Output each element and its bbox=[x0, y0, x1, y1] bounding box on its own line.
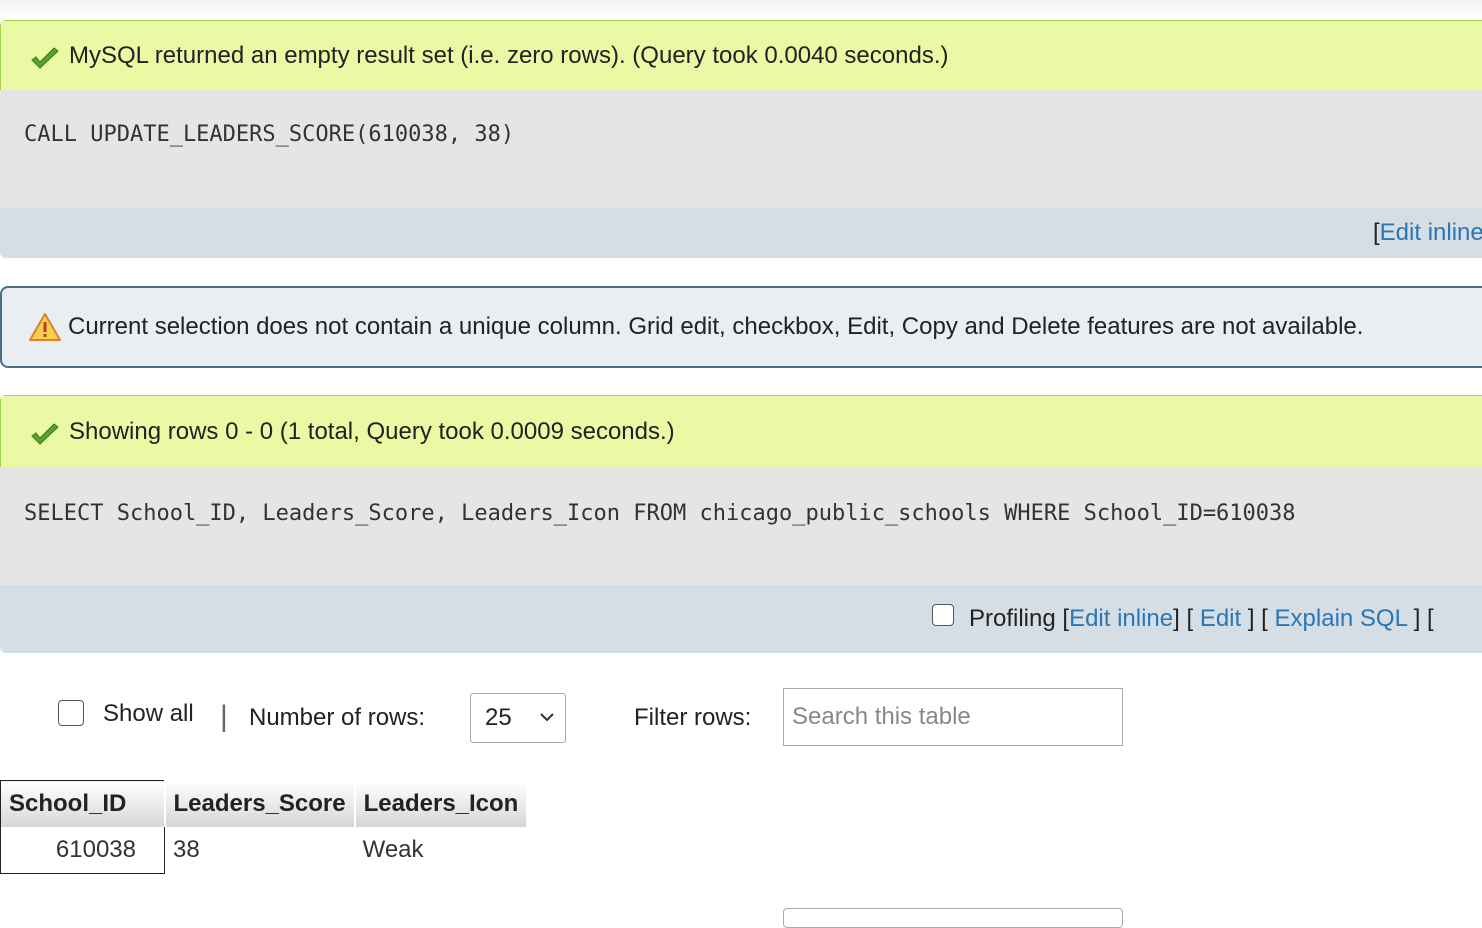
bottom-filter-input[interactable] bbox=[783, 908, 1123, 928]
sql-query-text: CALL UPDATE_LEADERS_SCORE(610038, 38) bbox=[24, 122, 515, 147]
table-row: 610038 38 Weak bbox=[0, 826, 528, 874]
tools-links-1: [Edit inline bbox=[1373, 219, 1482, 247]
filter-search-input[interactable] bbox=[783, 688, 1123, 746]
query-tools-2: Profiling [Edit inline] [ Edit ] [ Expla… bbox=[0, 585, 1482, 653]
bracket: [ bbox=[1373, 219, 1380, 246]
filter-label: Filter rows: bbox=[634, 704, 752, 731]
top-shade bbox=[0, 0, 1482, 20]
success-message-2: Showing rows 0 - 0 (1 total, Query took … bbox=[0, 395, 1482, 467]
show-all-checkbox[interactable] bbox=[58, 700, 84, 726]
rows-select-value: 25 bbox=[485, 704, 512, 731]
cell-school-id[interactable]: 610038 bbox=[0, 826, 165, 874]
sql-query-text: SELECT School_ID, Leaders_Score, Leaders… bbox=[24, 501, 1296, 526]
divider: | bbox=[220, 700, 228, 733]
success-message-text: MySQL returned an empty result set (i.e.… bbox=[69, 41, 949, 69]
query-result-panel-1: MySQL returned an empty result set (i.e.… bbox=[0, 20, 1482, 258]
table-header-row: School_ID Leaders_Score Leaders_Icon bbox=[0, 780, 529, 827]
bracket: ] [ bbox=[1173, 605, 1194, 632]
profiling-checkbox[interactable] bbox=[932, 604, 954, 626]
edit-inline-link[interactable]: Edit inline bbox=[1069, 605, 1173, 632]
check-icon bbox=[31, 46, 59, 69]
column-header-leaders-icon[interactable]: Leaders_Icon bbox=[354, 780, 529, 827]
check-icon bbox=[31, 422, 59, 445]
chevron-down-icon bbox=[540, 713, 554, 722]
cell-leaders-score[interactable]: 38 bbox=[165, 827, 355, 874]
show-all-label: Show all bbox=[103, 700, 194, 727]
sql-query-box-2[interactable]: SELECT School_ID, Leaders_Score, Leaders… bbox=[0, 467, 1482, 585]
success-message-1: MySQL returned an empty result set (i.e.… bbox=[0, 20, 1482, 90]
query-result-panel-2: Showing rows 0 - 0 (1 total, Query took … bbox=[0, 395, 1482, 653]
edit-link[interactable]: Edit bbox=[1200, 605, 1241, 632]
tools-links-2: Profiling [Edit inline] [ Edit ] [ Expla… bbox=[969, 605, 1434, 633]
result-table: School_ID Leaders_Score Leaders_Icon 610… bbox=[0, 780, 529, 874]
explain-sql-link[interactable]: Explain SQL bbox=[1275, 605, 1408, 632]
edit-inline-link[interactable]: Edit inline bbox=[1380, 219, 1482, 246]
column-header-leaders-score[interactable]: Leaders_Score bbox=[164, 780, 356, 827]
sql-query-box-1[interactable]: CALL UPDATE_LEADERS_SCORE(610038, 38) bbox=[0, 90, 1482, 208]
bracket: ] [ bbox=[1247, 605, 1268, 632]
cell-leaders-icon[interactable]: Weak bbox=[355, 827, 528, 874]
column-header-school-id[interactable]: School_ID bbox=[0, 780, 166, 827]
notice-text: Current selection does not contain a uni… bbox=[68, 313, 1364, 340]
rows-label: Number of rows: bbox=[249, 704, 426, 731]
table-navigation: Show all | Number of rows: 25 Filter row… bbox=[0, 688, 1482, 746]
rows-select[interactable]: 25 bbox=[470, 693, 566, 743]
profiling-label: Profiling bbox=[969, 605, 1056, 632]
success-message-text: Showing rows 0 - 0 (1 total, Query took … bbox=[69, 417, 675, 445]
warning-icon bbox=[29, 313, 61, 341]
query-tools-1: [Edit inline bbox=[0, 208, 1482, 258]
bracket: ] [ bbox=[1413, 605, 1434, 632]
notice-message: Current selection does not contain a uni… bbox=[0, 286, 1482, 368]
